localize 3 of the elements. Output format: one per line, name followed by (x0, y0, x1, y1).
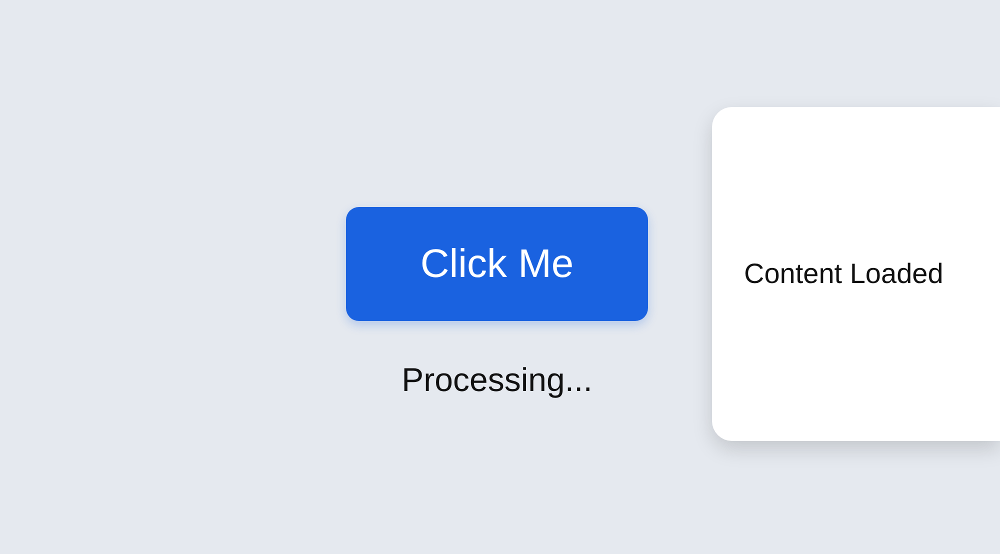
card-text: Content Loaded (744, 257, 944, 291)
status-text: Processing... (402, 360, 592, 400)
click-button[interactable]: Click Me (346, 207, 648, 321)
